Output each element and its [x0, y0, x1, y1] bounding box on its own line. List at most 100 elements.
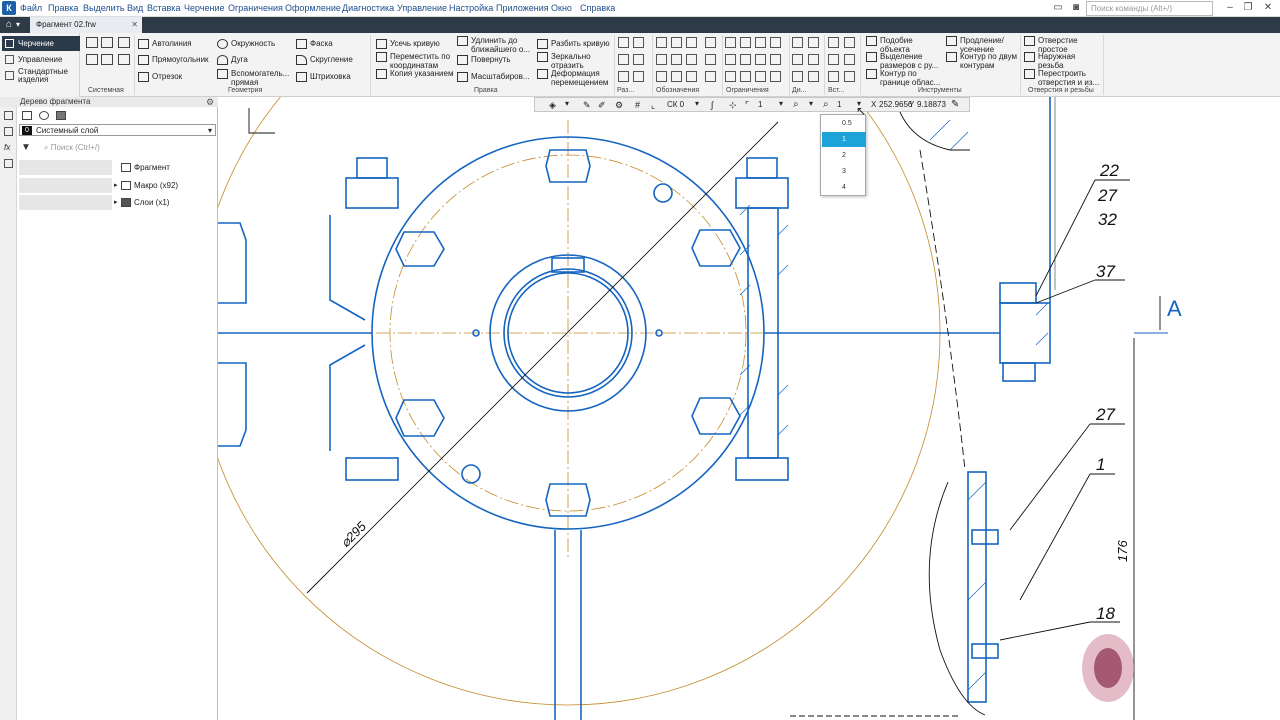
paste-icon[interactable] [118, 54, 130, 65]
copy-by-pointing-button[interactable]: Копия указанием [376, 69, 456, 79]
ribbon-tool-icon[interactable] [755, 54, 766, 65]
hatch-button[interactable]: Штриховка [296, 72, 351, 82]
panel-toggle-icon[interactable]: ▭ [1050, 1, 1066, 15]
ribbon-tool-icon[interactable] [770, 71, 781, 82]
snap-icon[interactable]: ◈ [549, 100, 556, 111]
cs-icon[interactable]: ⌞ [651, 100, 655, 111]
move-by-coords-button[interactable]: Переместить по координатам [376, 52, 456, 70]
chevron-down-icon[interactable]: ▾ [16, 18, 26, 32]
ribbon-tool-icon[interactable] [671, 54, 682, 65]
grid-icon[interactable]: # [635, 100, 640, 110]
ribbon-tool-icon[interactable] [705, 37, 716, 48]
ribbon-tool-icon[interactable] [808, 54, 819, 65]
drawing-canvas[interactable]: 22 27 32 37 27 1 18 ⌀295 176 А [218, 97, 1280, 720]
ribbon-tool-icon[interactable] [792, 54, 803, 65]
deform-move-button[interactable]: Деформация перемещением [537, 69, 617, 87]
menu-insert[interactable]: Вставка [147, 3, 180, 13]
style-icon[interactable]: ⌜ [745, 100, 749, 111]
edit-icon[interactable]: ✎ [583, 100, 591, 111]
trim-curve-button[interactable]: Усечь кривую [376, 39, 440, 49]
zoom-option[interactable]: 2 [822, 148, 866, 163]
zoom-option[interactable]: 4 [822, 180, 866, 195]
tree-search-input[interactable]: ⌕ Поиск (Ctrl+/) [30, 142, 227, 154]
tree-item-layers[interactable]: ▸ Слои (x1) [19, 195, 216, 210]
ribbon-tool-icon[interactable] [740, 37, 751, 48]
coord-y[interactable]: 9.18873 [917, 100, 946, 109]
layer-select[interactable]: 0 Системный слой ▾ [19, 124, 216, 136]
ribbon-tool-icon[interactable] [792, 71, 803, 82]
chevron-down-icon[interactable]: ▾ [695, 99, 699, 108]
open-icon[interactable] [101, 37, 113, 48]
menu-design[interactable]: Оформление [285, 3, 341, 13]
home-icon[interactable]: ⌂ [2, 18, 16, 32]
minimize-icon[interactable]: – [1222, 1, 1238, 15]
ribbon-tab-management[interactable]: Управление [2, 52, 80, 67]
tab-fragment-02[interactable]: Фрагмент 02.frw ✕ [30, 17, 142, 33]
image-icon[interactable] [56, 111, 66, 120]
zoom-dropdown[interactable]: 0.5 1 2 3 4 [820, 114, 866, 196]
copy-icon[interactable] [118, 37, 130, 48]
app-logo-icon[interactable]: К [2, 1, 16, 15]
tab-close-icon[interactable]: ✕ [131, 17, 138, 33]
autoline-button[interactable]: Автолиния [138, 39, 192, 49]
menu-constraints[interactable]: Ограничения [228, 3, 283, 13]
tree-icon[interactable] [4, 111, 13, 120]
zoom-option[interactable]: 3 [822, 164, 866, 179]
ribbon-tool-icon[interactable] [705, 71, 716, 82]
ribbon-tab-drawing[interactable]: Черчение [2, 36, 80, 51]
menu-file[interactable]: Файл [20, 3, 42, 13]
ribbon-tool-icon[interactable] [633, 54, 644, 65]
expand-icon[interactable]: ▸ [114, 195, 118, 210]
ribbon-tool-icon[interactable] [740, 54, 751, 65]
chevron-down-icon[interactable]: ▾ [779, 99, 783, 108]
ribbon-tool-icon[interactable] [686, 54, 697, 65]
circle-button[interactable]: Окружность [217, 39, 275, 49]
aux-line-button[interactable]: Вспомогатель... прямая [217, 69, 293, 87]
menu-view[interactable]: Вид [127, 3, 143, 13]
parameters-icon[interactable]: ⚙ [615, 100, 623, 111]
ribbon-tool-icon[interactable] [671, 37, 682, 48]
ribbon-tool-icon[interactable] [705, 54, 716, 65]
ribbon-tool-icon[interactable] [844, 37, 855, 48]
ribbon-tool-icon[interactable] [808, 37, 819, 48]
ribbon-tool-icon[interactable] [618, 54, 629, 65]
ribbon-tool-icon[interactable] [725, 37, 736, 48]
zoom-icon[interactable]: ⌕ [823, 99, 829, 110]
ribbon-tool-icon[interactable] [725, 71, 736, 82]
ribbon-tool-icon[interactable] [844, 71, 855, 82]
ribbon-tab-standard-parts[interactable]: Стандартные изделия [2, 68, 80, 84]
filter-tree-icon[interactable] [22, 111, 32, 120]
ribbon-tool-icon[interactable] [740, 71, 751, 82]
contour-region-button[interactable]: Контур по границе облас... [866, 69, 944, 87]
save-icon[interactable] [101, 54, 113, 65]
mirror-button[interactable]: Зеркально отразить [537, 52, 617, 70]
ribbon-tool-icon[interactable] [633, 71, 644, 82]
ribbon-tool-icon[interactable] [725, 54, 736, 65]
menu-diagnostics[interactable]: Диагностика [342, 3, 394, 13]
ribbon-tool-icon[interactable] [808, 71, 819, 82]
external-thread-button[interactable]: Наружная резьба [1024, 52, 1100, 70]
ribbon-tool-icon[interactable] [618, 37, 629, 48]
menu-settings[interactable]: Настройка [449, 3, 493, 13]
structure-icon[interactable] [39, 111, 49, 120]
maximize-icon[interactable]: ❐ [1240, 1, 1256, 15]
ribbon-tool-icon[interactable] [792, 37, 803, 48]
arc-button[interactable]: Дуга [217, 55, 248, 65]
menu-drawing[interactable]: Черчение [184, 3, 225, 13]
extend-button[interactable]: Удлинить до ближайшего о... [457, 36, 537, 54]
coord-x[interactable]: 252.9656 [879, 100, 912, 109]
properties-icon[interactable] [4, 127, 13, 136]
ribbon-tool-icon[interactable] [844, 54, 855, 65]
pencil-icon[interactable]: ✐ [598, 100, 606, 111]
ribbon-tool-icon[interactable] [656, 54, 667, 65]
ribbon-tool-icon[interactable] [633, 37, 644, 48]
ribbon-tool-icon[interactable] [656, 37, 667, 48]
command-search-input[interactable]: Поиск команды (Alt+/) [1086, 1, 1213, 16]
menu-help[interactable]: Справка [580, 3, 615, 13]
style-value[interactable]: 1 [758, 100, 762, 109]
rectangle-button[interactable]: Прямоугольник [138, 55, 209, 65]
select-dimensions-button[interactable]: Выделение размеров с ру... [866, 52, 944, 70]
ribbon-tool-icon[interactable] [828, 71, 839, 82]
chamfer-button[interactable]: Фаска [296, 39, 333, 49]
tree-item-fragment[interactable]: Фрагмент [19, 160, 216, 175]
